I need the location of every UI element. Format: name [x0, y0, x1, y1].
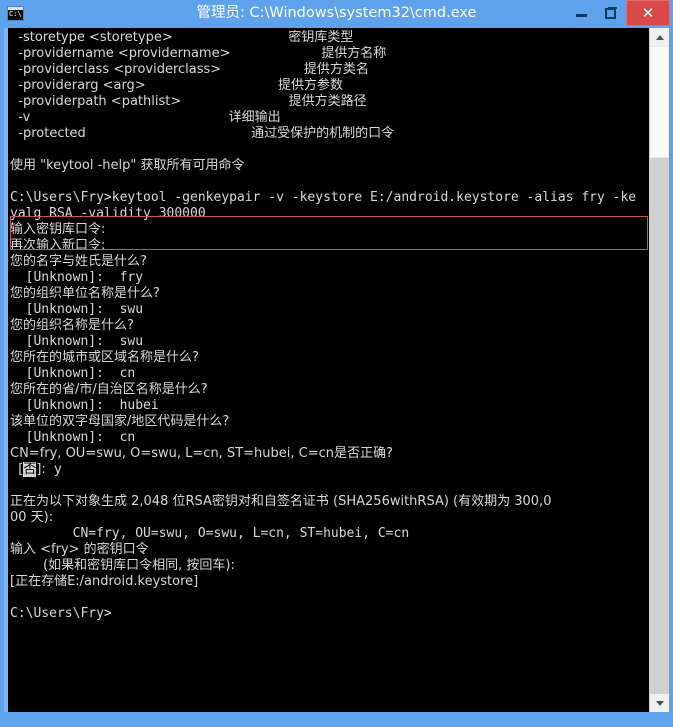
console-scrollbar[interactable] [649, 28, 669, 712]
chevron-down-icon [655, 701, 664, 706]
console-line-q1: 您的名字与姓氏是什么? [10, 254, 147, 269]
console-line-gen1: 正在为以下对象生成 2,048 位RSA密钥对和自签名证书 (SHA256wit… [10, 494, 552, 509]
console-line-q4: 您所在的城市或区域名称是什么? [10, 350, 199, 365]
close-icon: ✕ [641, 4, 655, 22]
console-line-a5: [Unknown]: hubei [10, 398, 159, 413]
cmd-window: C:\ 管理员: C:\Windows\system32\cmd.exe ✕ -… [0, 0, 673, 727]
console-line-blank2 [10, 174, 653, 190]
console-line-gendn: CN=fry, OU=swu, O=swu, L=cn, ST=hubei, C… [10, 526, 410, 541]
console-line-a2: [Unknown]: swu [10, 302, 144, 317]
console-line-opt2: -providerclass <providerclass> 提供方类名 [10, 62, 369, 77]
console-line-opt3: -providerarg <arg> 提供方参数 [10, 78, 343, 93]
console-line-q3: 您的组织名称是什么? [10, 318, 134, 333]
default-answer-highlight: 否 [23, 462, 37, 477]
console-line-p1: 输入密钥库口令: [10, 222, 106, 237]
minimize-button[interactable] [566, 0, 596, 27]
console-line-dnanswer: [否]: y [10, 462, 62, 477]
console-line-prompt: C:\Users\Fry> [10, 606, 112, 621]
restore-icon [605, 7, 617, 19]
window-bottom-frame [0, 712, 673, 727]
console-line-opt6: -protected 通过受保护的机制的口令 [10, 126, 395, 141]
console-line-keypw2: (如果和密钥库口令相同, 按回车): [10, 558, 235, 573]
console-line-a4: [Unknown]: cn [10, 366, 136, 381]
scrollbar-track[interactable] [650, 158, 669, 694]
console-line-blank1 [10, 142, 653, 158]
console-line-a1: [Unknown]: fry [10, 270, 144, 285]
scroll-up-button[interactable] [650, 28, 669, 46]
scrollbar-thumb[interactable] [650, 46, 669, 158]
console-line-p2: 再次输入新口令: [10, 238, 106, 253]
console-line-cmd1: C:\Users\Fry>keytool -genkeypair -v -key… [10, 190, 637, 205]
console-text-surface[interactable]: -storetype <storetype> 密钥库类型 -providerna… [8, 28, 653, 712]
console-line-a6: [Unknown]: cn [10, 430, 136, 445]
console-line-cmd2: yalg RSA -validity 300000 [10, 206, 206, 221]
console-line-keypw1: 输入 <fry> 的密钥口令 [10, 542, 149, 557]
console-line-dnconfirm: CN=fry, OU=swu, O=swu, L=cn, ST=hubei, C… [10, 446, 393, 461]
console-line-gen2: 00 天): [10, 510, 54, 525]
console-client-area: -storetype <storetype> 密钥库类型 -providerna… [4, 28, 669, 712]
chevron-up-icon [655, 35, 664, 40]
console-line-opt4: -providerpath <pathlist> 提供方类路径 [10, 94, 367, 109]
console-line-blank3 [10, 478, 653, 494]
scroll-down-button[interactable] [650, 694, 669, 712]
console-line-opt0: -storetype <storetype> 密钥库类型 [10, 30, 354, 45]
console-line-opt1: -providername <providername> 提供方名称 [10, 46, 387, 61]
console-line-blank4 [10, 590, 653, 606]
console-output: -storetype <storetype> 密钥库类型 -providerna… [10, 30, 653, 622]
console-line-q2: 您的组织单位名称是什么? [10, 286, 160, 301]
console-line-opt5: -v 详细输出 [10, 110, 281, 125]
maximize-button[interactable] [596, 0, 626, 27]
console-line-a3: [Unknown]: swu [10, 334, 144, 349]
console-line-helphint: 使用 "keytool -help" 获取所有可用命令 [10, 158, 245, 173]
console-line-q6: 该单位的双字母国家/地区代码是什么? [10, 414, 230, 429]
console-line-q5: 您所在的省/市/自治区名称是什么? [10, 382, 208, 397]
minimize-icon [576, 14, 587, 17]
title-bar[interactable]: C:\ 管理员: C:\Windows\system32\cmd.exe ✕ [0, 0, 673, 28]
console-line-storing: [正在存储E:/android.keystore] [10, 574, 199, 589]
close-button[interactable]: ✕ [626, 0, 670, 26]
